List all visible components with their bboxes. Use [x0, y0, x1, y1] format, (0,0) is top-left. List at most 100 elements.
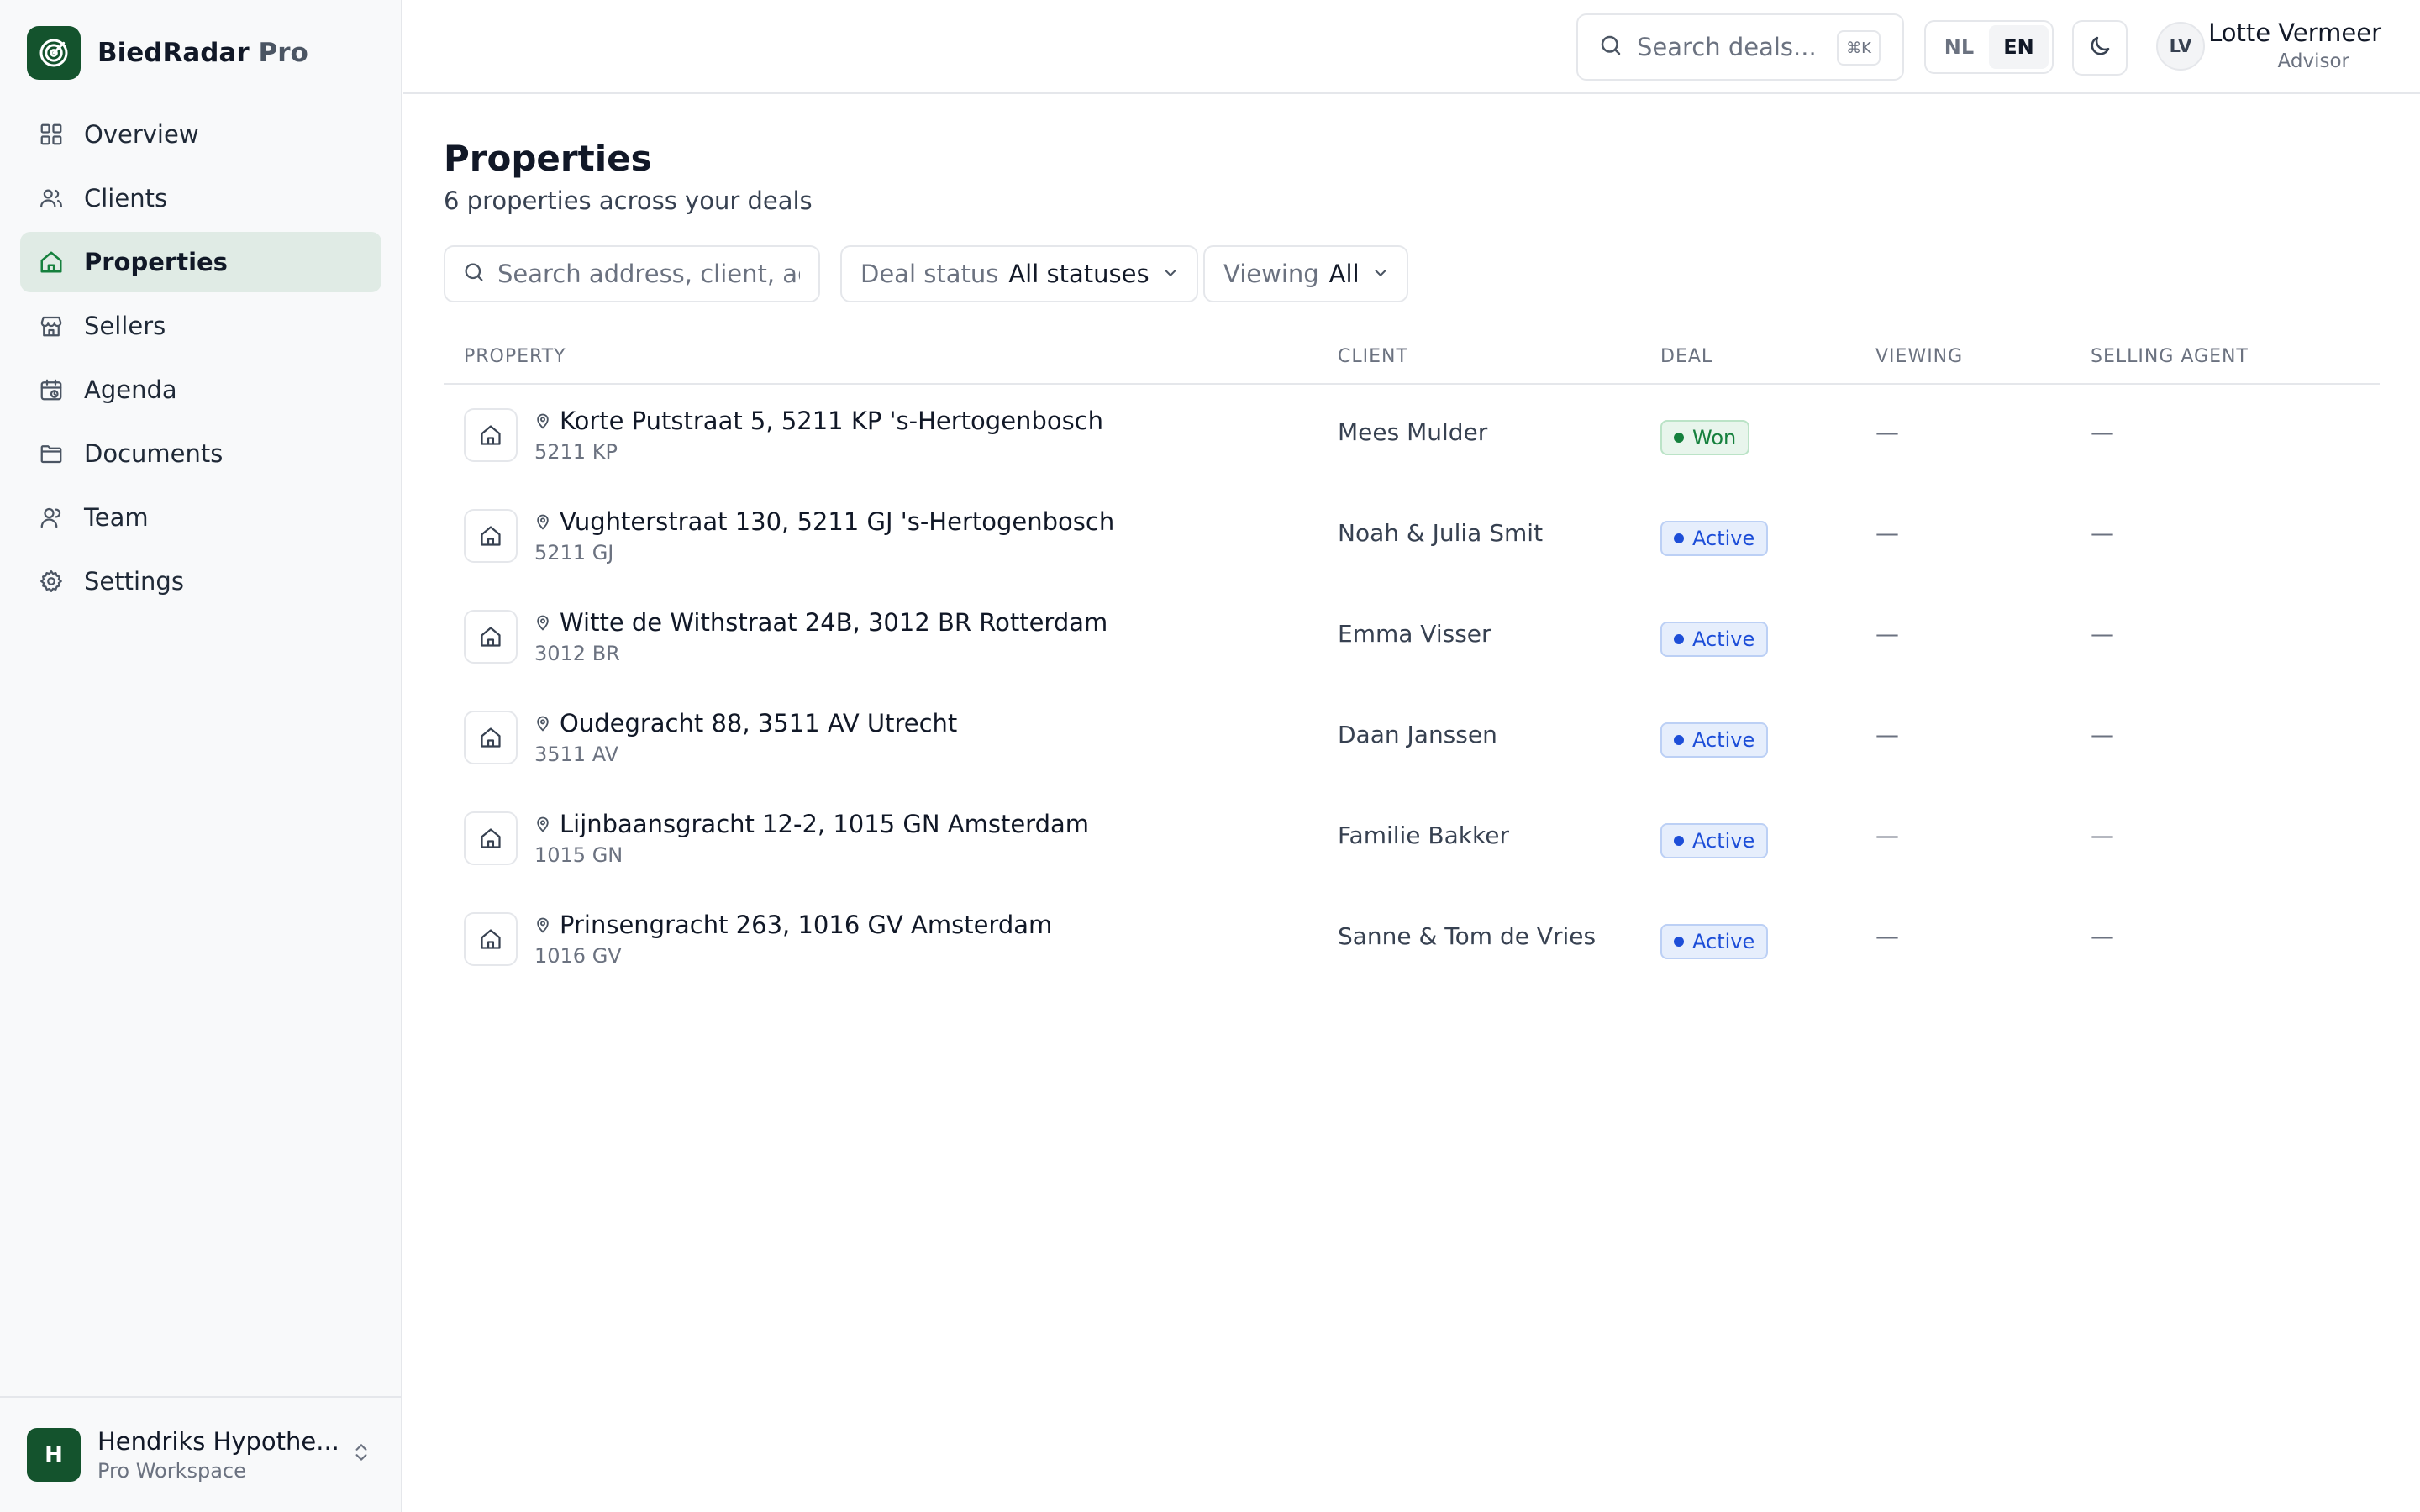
sidebar: BiedRadar Pro Overview Clients Propertie…: [0, 0, 402, 1512]
map-pin-icon: [534, 714, 551, 732]
map-pin-icon: [534, 512, 551, 531]
status-dot: [1674, 735, 1684, 745]
property-address-line[interactable]: Korte Putstraat 5, 5211 KP 's-Hertogenbo…: [534, 407, 1103, 435]
selling-agent-value: —: [2091, 418, 2114, 446]
property-address-line[interactable]: Lijnbaansgracht 12-2, 1015 GN Amsterdam: [534, 810, 1089, 838]
table-row[interactable]: Witte de Withstraat 24B, 3012 BR Rotterd…: [444, 586, 2380, 687]
selling-agent-value: —: [2091, 519, 2114, 547]
deal-status-badge: Won: [1660, 420, 1750, 455]
table-row[interactable]: Lijnbaansgracht 12-2, 1015 GN Amsterdam …: [444, 788, 2380, 889]
deal-status-badge: Active: [1660, 722, 1769, 758]
deal-status-value: All statuses: [1008, 260, 1150, 288]
property-address-line[interactable]: Vughterstraat 130, 5211 GJ 's-Hertogenbo…: [534, 507, 1114, 536]
sidebar-item-label: Team: [84, 503, 149, 532]
status-dot: [1674, 634, 1684, 644]
theme-toggle-button[interactable]: [2072, 20, 2128, 76]
language-toggle: NL EN: [1924, 20, 2054, 74]
top-bar: Search deals... ⌘K NL EN LV Lotte Vermee…: [403, 0, 2420, 94]
table-header: PROPERTY CLIENT DEAL VIEWING SELLING AGE…: [444, 336, 2380, 385]
table-row[interactable]: Prinsengracht 263, 1016 GV Amsterdam 101…: [444, 889, 2380, 990]
chevron-down-icon: [1371, 260, 1390, 288]
chevron-up-down-icon[interactable]: [350, 1440, 372, 1468]
deal-status-text: Active: [1692, 627, 1755, 651]
home-icon: [464, 509, 518, 563]
search-icon: [1598, 33, 1623, 61]
properties-table: PROPERTY CLIENT DEAL VIEWING SELLING AGE…: [444, 336, 2380, 990]
client-name[interactable]: Daan Janssen: [1338, 721, 1497, 748]
grid-icon: [37, 120, 66, 149]
home-icon: [464, 711, 518, 764]
brand-name: BiedRadar Pro: [97, 38, 308, 68]
status-dot: [1674, 433, 1684, 443]
property-address: Witte de Withstraat 24B, 3012 BR Rotterd…: [560, 608, 1108, 637]
home-icon: [464, 610, 518, 664]
property-postcode: 5211 KP: [534, 440, 618, 464]
sidebar-item-settings[interactable]: Settings: [20, 551, 381, 612]
global-search[interactable]: Search deals... ⌘K: [1576, 13, 1904, 81]
column-header-deal[interactable]: DEAL: [1660, 346, 1712, 367]
brand[interactable]: BiedRadar Pro: [27, 26, 308, 80]
search-icon: [462, 260, 486, 287]
brand-title: BiedRadar: [97, 38, 250, 68]
map-pin-icon: [534, 916, 551, 934]
table-row[interactable]: Oudegracht 88, 3511 AV Utrecht 3511 AV D…: [444, 687, 2380, 788]
selling-agent-value: —: [2091, 922, 2114, 950]
column-header-property[interactable]: PROPERTY: [464, 346, 566, 367]
viewing-dropdown[interactable]: Viewing All: [1203, 245, 1408, 302]
sidebar-item-properties[interactable]: Properties: [20, 232, 381, 292]
column-header-client[interactable]: CLIENT: [1338, 346, 1408, 367]
client-name[interactable]: Noah & Julia Smit: [1338, 519, 1543, 547]
viewing-value: —: [1876, 922, 1899, 950]
client-name[interactable]: Mees Mulder: [1338, 418, 1487, 446]
property-address-line[interactable]: Witte de Withstraat 24B, 3012 BR Rotterd…: [534, 608, 1107, 637]
workspace-plan: Pro Workspace: [97, 1459, 246, 1483]
workspace-info: Hendriks Hypothe... Pro Workspace: [97, 1427, 341, 1483]
home-icon: [464, 912, 518, 966]
property-address: Oudegracht 88, 3511 AV Utrecht: [560, 709, 958, 738]
property-postcode: 3012 BR: [534, 642, 620, 665]
status-dot: [1674, 937, 1684, 947]
sidebar-item-clients[interactable]: Clients: [20, 168, 381, 228]
client-name[interactable]: Sanne & Tom de Vries: [1338, 922, 1596, 950]
property-address: Prinsengracht 263, 1016 GV Amsterdam: [560, 911, 1053, 939]
lang-en-button[interactable]: EN: [1989, 25, 2049, 69]
sidebar-item-label: Agenda: [84, 375, 177, 404]
sidebar-item-agenda[interactable]: Agenda: [20, 360, 381, 420]
property-address-line[interactable]: Oudegracht 88, 3511 AV Utrecht: [534, 709, 957, 738]
sidebar-item-overview[interactable]: Overview: [20, 104, 381, 165]
gear-icon: [37, 567, 66, 596]
property-postcode: 1015 GN: [534, 843, 623, 867]
brand-suffix: Pro: [258, 38, 308, 68]
user-role: Advisor: [2277, 50, 2349, 72]
map-pin-icon: [534, 613, 551, 632]
viewing-value: —: [1876, 519, 1899, 547]
property-address: Lijnbaansgracht 12-2, 1015 GN Amsterdam: [560, 810, 1090, 838]
lang-nl-button[interactable]: NL: [1929, 25, 1989, 69]
table-row[interactable]: Vughterstraat 130, 5211 GJ 's-Hertogenbo…: [444, 486, 2380, 586]
sidebar-item-team[interactable]: Team: [20, 487, 381, 548]
home-icon: [464, 408, 518, 462]
property-address: Korte Putstraat 5, 5211 KP 's-Hertogenbo…: [560, 407, 1104, 435]
workspace-switcher[interactable]: H Hendriks Hypothe... Pro Workspace: [0, 1396, 401, 1512]
sidebar-item-label: Properties: [84, 248, 228, 276]
property-search-input[interactable]: [497, 260, 800, 288]
user-avatar[interactable]: LV: [2156, 22, 2205, 71]
client-name[interactable]: Emma Visser: [1338, 620, 1491, 648]
property-address-line[interactable]: Prinsengracht 263, 1016 GV Amsterdam: [534, 911, 1052, 939]
sidebar-item-documents[interactable]: Documents: [20, 423, 381, 484]
deal-status-text: Active: [1692, 829, 1755, 853]
client-name[interactable]: Familie Bakker: [1338, 822, 1509, 849]
column-header-selling-agent[interactable]: SELLING AGENT: [2091, 346, 2249, 367]
deal-status-dropdown[interactable]: Deal status All statuses: [840, 245, 1198, 302]
property-address: Vughterstraat 130, 5211 GJ 's-Hertogenbo…: [560, 507, 1115, 536]
selling-agent-value: —: [2091, 721, 2114, 748]
deal-status-badge: Active: [1660, 823, 1769, 858]
page-title: Properties: [444, 138, 652, 179]
deal-status-text: Active: [1692, 930, 1755, 953]
table-row[interactable]: Korte Putstraat 5, 5211 KP 's-Hertogenbo…: [444, 385, 2380, 486]
property-postcode: 5211 GJ: [534, 541, 614, 564]
deal-status-badge: Active: [1660, 521, 1769, 556]
chevron-down-icon: [1161, 260, 1180, 288]
sidebar-item-sellers[interactable]: Sellers: [20, 296, 381, 356]
column-header-viewing[interactable]: VIEWING: [1876, 346, 1963, 367]
